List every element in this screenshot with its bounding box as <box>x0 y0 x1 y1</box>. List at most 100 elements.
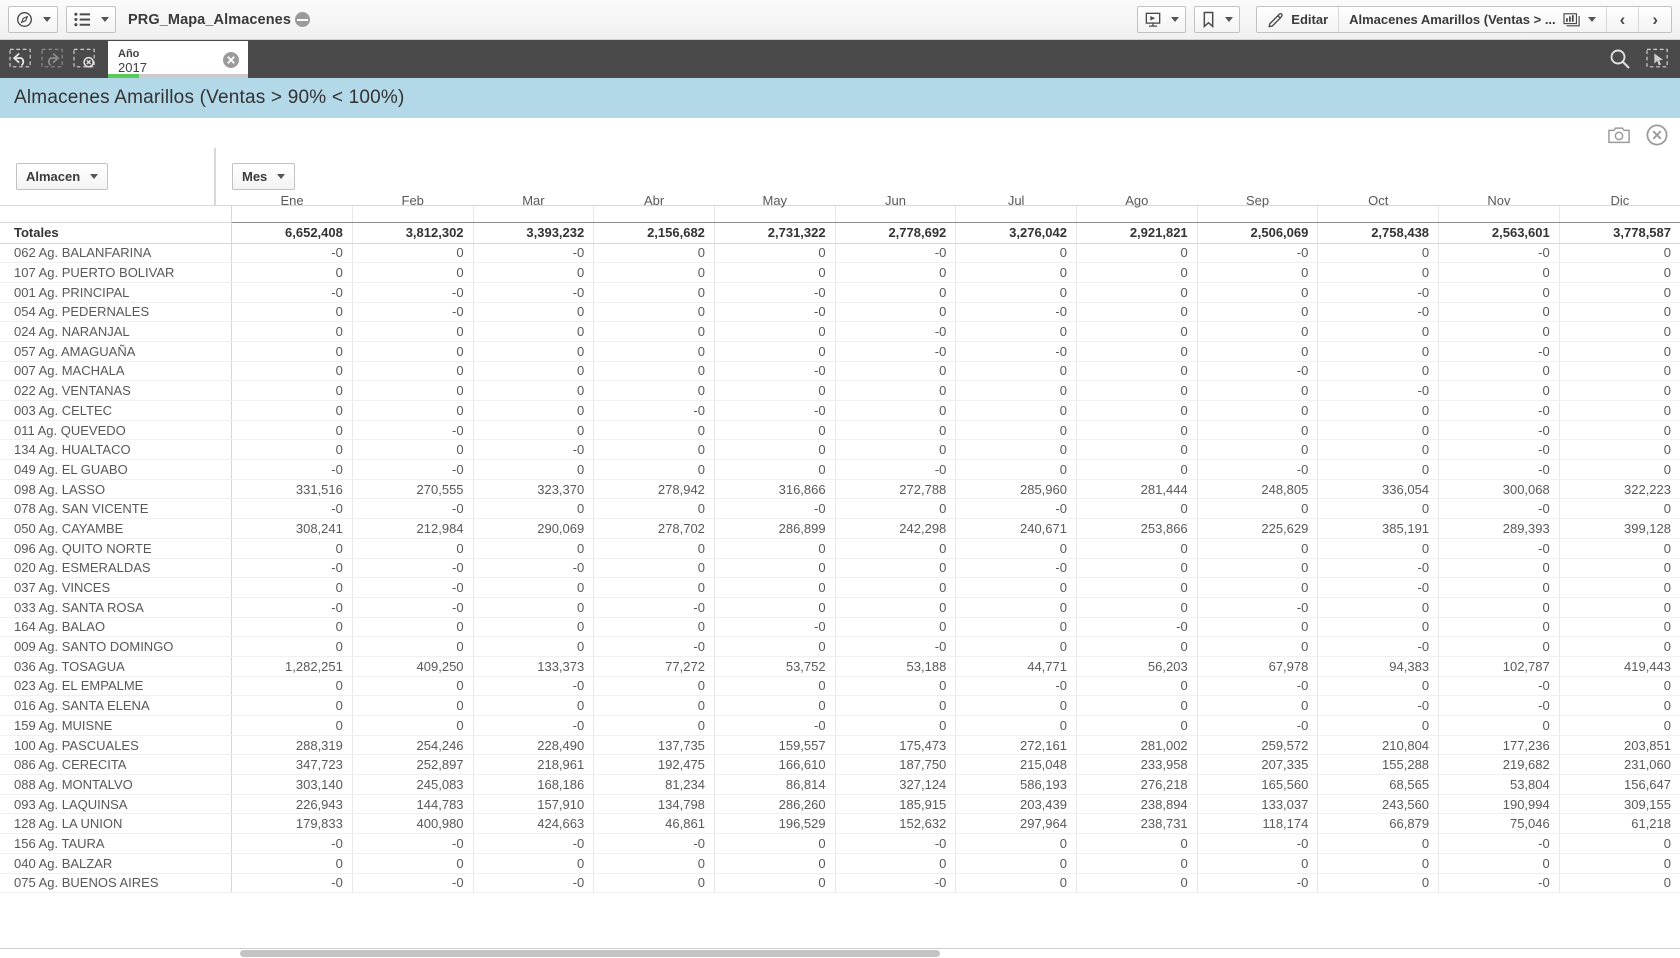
table-row[interactable]: 036 Ag. TOSAGUA 1,282,251 409,250 133,373 77… <box>0 656 1680 677</box>
selection-chip-ano[interactable]: Año 2017 <box>108 41 248 78</box>
sheet-list-dropdown-caret[interactable] <box>98 7 115 32</box>
table-row[interactable]: 003 Ag. CELTEC 0 0 0 -0 -0 0 0 0 0 0 -0 0 <box>0 400 1680 421</box>
row-dimension-label[interactable]: 075 Ag. BUENOS AIRES <box>0 873 233 894</box>
storytelling-button[interactable] <box>1137 6 1187 33</box>
bookmark-dropdown-caret[interactable] <box>1222 7 1239 32</box>
table-row[interactable]: 011 Ag. QUEVEDO 0 -0 0 0 0 0 0 0 0 0 -0 0 <box>0 420 1680 441</box>
bookmark-icon[interactable] <box>1195 7 1222 32</box>
sheet-list-button[interactable] <box>66 6 116 33</box>
row-dimension-label[interactable]: 037 Ag. VINCES <box>0 577 233 598</box>
table-row[interactable]: 023 Ag. EL EMPALME 0 0 -0 0 0 0 -0 0 -0 0 -0 0 <box>0 676 1680 697</box>
table-row[interactable]: 159 Ag. MUISNE 0 0 -0 0 -0 0 0 0 -0 0 0 0 <box>0 715 1680 736</box>
row-dimension-label[interactable]: 134 Ag. HUALTACO <box>0 439 233 461</box>
compass-dropdown-caret[interactable] <box>40 7 57 32</box>
table-cell: 0 <box>955 538 1077 559</box>
table-row[interactable]: 040 Ag. BALZAR 0 0 0 0 0 0 0 0 0 0 0 0 <box>0 853 1680 874</box>
mes-dropdown[interactable]: Mes <box>232 163 296 190</box>
bookmark-button[interactable] <box>1194 6 1241 33</box>
table-cell: 53,804 <box>1438 774 1560 795</box>
row-dimension-label[interactable]: 016 Ag. SANTA ELENA <box>0 695 233 716</box>
table-row[interactable]: 037 Ag. VINCES 0 -0 0 0 0 0 0 0 0 -0 0 0 <box>0 577 1680 598</box>
row-dimension-label[interactable]: 054 Ag. PEDERNALES <box>0 302 233 323</box>
table-row[interactable]: 078 Ag. SAN VICENTE -0 -0 0 0 -0 0 -0 0 0 0 -0 0 <box>0 498 1680 520</box>
row-dimension-label[interactable]: 098 Ag. LASSO <box>0 479 233 500</box>
row-dimension-label[interactable]: 093 Ag. LAQUINSA <box>0 794 233 815</box>
horizontal-scrollbar[interactable] <box>0 948 1680 958</box>
search-icon[interactable] <box>1608 47 1632 71</box>
table-row[interactable]: 128 Ag. LA UNION 179,833 400,980 424,663 46,… <box>0 813 1680 835</box>
almacen-dropdown[interactable]: Almacen <box>16 163 109 190</box>
table-row[interactable]: 024 Ag. NARANJAL 0 0 0 0 0 -0 0 0 0 0 0 0 <box>0 321 1680 342</box>
selection-forward-icon[interactable] <box>38 44 68 74</box>
close-circle-icon[interactable] <box>1646 124 1668 146</box>
table-row[interactable]: 075 Ag. BUENOS AIRES -0 -0 -0 0 0 -0 0 0 -0 0 -0 0 <box>0 873 1680 894</box>
next-sheet-button[interactable]: › <box>1639 7 1671 32</box>
row-dimension-label[interactable]: 088 Ag. MONTALVO <box>0 774 233 795</box>
table-row[interactable]: 093 Ag. LAQUINSA 226,943 144,783 157,910 134… <box>0 794 1680 815</box>
table-row[interactable]: 134 Ag. HUALTACO 0 0 -0 0 0 0 0 0 0 0 -0 0 <box>0 439 1680 461</box>
row-dimension-label[interactable]: 128 Ag. LA UNION <box>0 813 233 835</box>
table-row[interactable]: 100 Ag. PASCUALES 288,319 254,246 228,490 13… <box>0 735 1680 756</box>
table-row[interactable]: 001 Ag. PRINCIPAL -0 -0 -0 0 -0 0 0 0 0 -0 0 0 <box>0 282 1680 303</box>
storytelling-dropdown-caret[interactable] <box>1168 7 1185 32</box>
table-row[interactable]: 096 Ag. QUITO NORTE 0 0 0 0 0 0 0 0 0 0 -0 0 <box>0 538 1680 559</box>
table-row[interactable]: 050 Ag. CAYAMBE 308,241 212,984 290,069 278,… <box>0 518 1680 539</box>
table-row[interactable]: 020 Ag. ESMERALDAS -0 -0 -0 0 0 0 -0 0 0 -0 0 0 <box>0 558 1680 579</box>
selection-back-icon[interactable] <box>6 44 36 74</box>
current-sheet-selector[interactable]: Almacenes Amarillos (Ventas > ... <box>1339 7 1607 32</box>
row-dimension-label[interactable]: 078 Ag. SAN VICENTE <box>0 498 233 520</box>
row-dimension-label[interactable]: 033 Ag. SANTA ROSA <box>0 597 233 618</box>
row-dimension-label[interactable]: 107 Ag. PUERTO BOLIVAR <box>0 262 233 283</box>
row-dimension-label[interactable]: 022 Ag. VENTANAS <box>0 380 233 401</box>
row-dimension-label[interactable]: 007 Ag. MACHALA <box>0 361 233 382</box>
table-row[interactable]: 098 Ag. LASSO 331,516 270,555 323,370 278,94… <box>0 479 1680 500</box>
row-dimension-label[interactable]: 096 Ag. QUITO NORTE <box>0 538 233 559</box>
table-row[interactable]: 164 Ag. BALAO 0 0 0 0 -0 0 0 -0 0 0 0 0 <box>0 617 1680 638</box>
row-dimension-label[interactable]: 024 Ag. NARANJAL <box>0 321 233 342</box>
row-dimension-label[interactable]: 164 Ag. BALAO <box>0 617 233 638</box>
selection-clear-icon[interactable] <box>70 44 100 74</box>
selections-tool-icon[interactable] <box>1646 48 1670 70</box>
storytelling-icon[interactable] <box>1138 7 1168 32</box>
scrollbar-thumb[interactable] <box>240 950 940 957</box>
remove-selection-icon[interactable] <box>222 51 240 69</box>
table-row[interactable]: 007 Ag. MACHALA 0 0 0 0 -0 0 0 0 -0 0 0 0 <box>0 361 1680 382</box>
table-row[interactable]: 022 Ag. VENTANAS 0 0 0 0 0 0 0 0 0 -0 0 0 <box>0 380 1680 401</box>
row-dimension-label[interactable]: 100 Ag. PASCUALES <box>0 735 233 756</box>
row-dimension-label[interactable]: 003 Ag. CELTEC <box>0 400 233 421</box>
previous-sheet-button[interactable]: ‹ <box>1607 7 1640 32</box>
row-dimension-label[interactable]: 040 Ag. BALZAR <box>0 853 233 874</box>
row-dimension-label[interactable]: 050 Ag. CAYAMBE <box>0 518 233 539</box>
row-dimension-label[interactable]: 049 Ag. EL GUABO <box>0 459 233 480</box>
row-dimension-label[interactable]: 057 Ag. AMAGUAÑA <box>0 341 233 362</box>
table-row[interactable]: 057 Ag. AMAGUAÑA 0 0 0 0 0 -0 -0 0 0 0 -0 0 <box>0 341 1680 362</box>
table-row[interactable]: 086 Ag. CERECITA 347,723 252,897 218,961 192… <box>0 754 1680 776</box>
row-dimension-label[interactable]: 001 Ag. PRINCIPAL <box>0 282 233 303</box>
navigation-menu-button[interactable] <box>8 6 58 33</box>
row-dimension-label[interactable]: 023 Ag. EL EMPALME <box>0 676 233 697</box>
compass-icon[interactable] <box>9 7 40 32</box>
list-icon[interactable] <box>67 7 98 32</box>
camera-icon[interactable] <box>1608 126 1630 144</box>
table-cell: 0 <box>593 262 715 283</box>
row-dimension-label[interactable]: 036 Ag. TOSAGUA <box>0 656 233 677</box>
table-row[interactable]: 016 Ag. SANTA ELENA 0 0 0 0 0 0 0 0 0 -0 -0 0 <box>0 695 1680 716</box>
row-dimension-label[interactable]: 156 Ag. TAURA <box>0 833 233 854</box>
edit-button[interactable]: Editar <box>1257 7 1340 32</box>
table-row[interactable]: 088 Ag. MONTALVO 303,140 245,083 168,186 81,… <box>0 774 1680 795</box>
row-dimension-label[interactable]: 062 Ag. BALANFARINA <box>0 243 233 264</box>
table-row[interactable]: 054 Ag. PEDERNALES 0 -0 0 0 -0 0 -0 0 0 -0 0 0 <box>0 302 1680 323</box>
table-cell: -0 <box>834 833 956 854</box>
table-row[interactable]: 107 Ag. PUERTO BOLIVAR 0 0 0 0 0 0 0 0 0 0 0 0 <box>0 262 1680 283</box>
table-row[interactable]: 009 Ag. SANTO DOMINGO 0 0 0 -0 0 -0 0 0 0 -0 0 0 <box>0 636 1680 657</box>
row-dimension-label[interactable]: 086 Ag. CERECITA <box>0 754 233 776</box>
row-dimension-label[interactable]: 020 Ag. ESMERALDAS <box>0 558 233 579</box>
table-row[interactable]: 049 Ag. EL GUABO -0 -0 0 0 0 -0 0 0 -0 0 -0 0 <box>0 459 1680 480</box>
row-dimension-label[interactable]: 011 Ag. QUEVEDO <box>0 420 233 441</box>
table-cell: -0 <box>955 558 1077 579</box>
table-row[interactable]: 062 Ag. BALANFARINA -0 0 -0 0 0 -0 0 0 -0 0 -0 0 <box>0 243 1680 264</box>
table-row[interactable]: 033 Ag. SANTA ROSA -0 -0 0 -0 0 0 0 0 -0 0 0 0 <box>0 597 1680 618</box>
row-dimension-label[interactable]: 159 Ag. MUISNE <box>0 715 233 736</box>
table-row[interactable]: 156 Ag. TAURA -0 -0 -0 -0 0 -0 0 0 -0 0 -0 0 <box>0 833 1680 854</box>
row-dimension-label[interactable]: 009 Ag. SANTO DOMINGO <box>0 636 233 657</box>
